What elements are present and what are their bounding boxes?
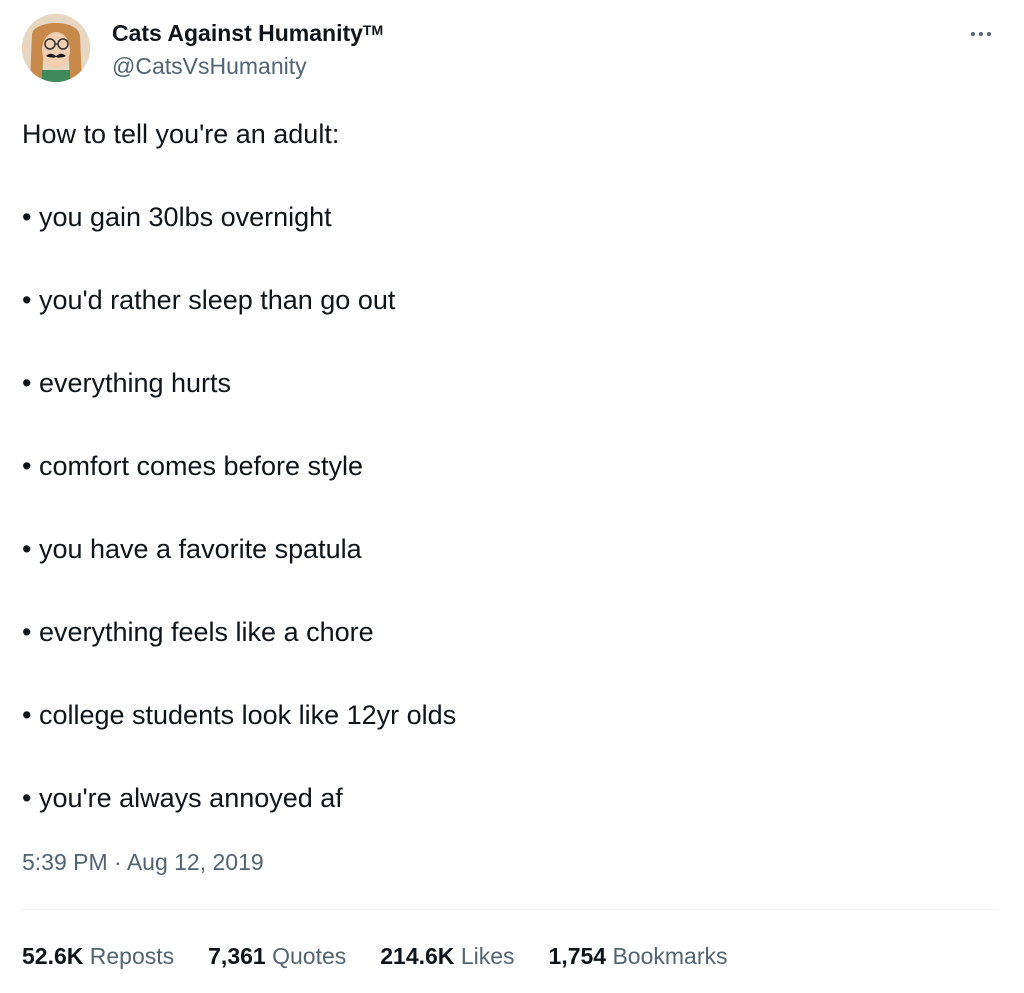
likes-stat[interactable]: 214.6K Likes <box>380 943 514 970</box>
trademark-mark: TM <box>362 22 384 38</box>
list-item: • you'd rather sleep than go out <box>22 285 396 315</box>
reposts-stat[interactable]: 52.6K Reposts <box>22 943 174 970</box>
list-item: • you're always annoyed af <box>22 783 343 813</box>
list-item: • you have a favorite spatula <box>22 534 362 564</box>
likes-count: 214.6K <box>380 942 455 969</box>
bookmarks-stat[interactable]: 1,754 Bookmarks <box>549 943 728 970</box>
display-name-text: Cats Against Humanity <box>112 20 363 46</box>
quotes-label: Quotes <box>272 942 347 969</box>
tweet-timestamp[interactable]: 5:39 PM · Aug 12, 2019 <box>22 842 264 882</box>
avatar-image <box>22 14 90 82</box>
tweet-intro: How to tell you're an adult: <box>22 119 340 149</box>
list-item: • everything hurts <box>22 368 232 398</box>
tweet: Cats Against HumanityTM @CatsVsHumanity … <box>0 0 1024 993</box>
bookmarks-count: 1,754 <box>548 942 607 969</box>
display-name[interactable]: Cats Against HumanityTM <box>112 14 383 49</box>
author-info[interactable]: Cats Against HumanityTM @CatsVsHumanity <box>112 14 383 83</box>
list-item: • college students look like 12yr olds <box>22 700 457 730</box>
list-item: • everything feels like a chore <box>22 617 374 647</box>
user-handle[interactable]: @CatsVsHumanity <box>112 49 383 83</box>
more-dot <box>987 32 991 36</box>
avatar[interactable] <box>22 14 90 82</box>
more-dot <box>971 32 975 36</box>
list-item: • comfort comes before style <box>22 451 364 481</box>
bookmarks-label: Bookmarks <box>612 942 728 969</box>
reposts-count: 52.6K <box>22 942 84 969</box>
tweet-stats: 52.6K Reposts 7,361 Quotes 214.6K Likes … <box>22 936 762 976</box>
reposts-label: Reposts <box>89 942 175 969</box>
tweet-header: Cats Against HumanityTM @CatsVsHumanity <box>22 12 1002 88</box>
more-options-icon[interactable] <box>964 20 998 48</box>
quotes-count: 7,361 <box>208 942 266 969</box>
more-dot <box>979 32 983 36</box>
quotes-stat[interactable]: 7,361 Quotes <box>208 943 346 970</box>
divider <box>22 909 998 910</box>
list-item: • you gain 30lbs overnight <box>22 202 332 232</box>
likes-label: Likes <box>460 942 515 969</box>
